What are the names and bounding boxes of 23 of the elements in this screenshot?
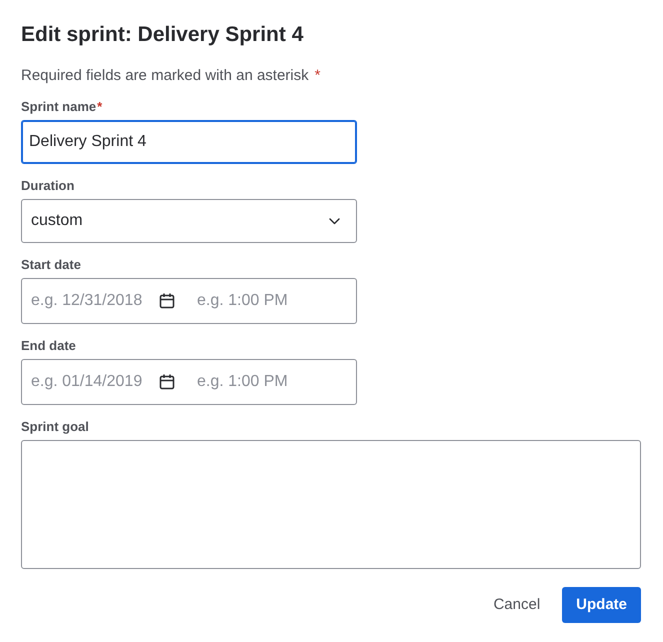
- field-label: Sprint goal: [21, 419, 89, 435]
- required-asterisk: *: [314, 66, 320, 86]
- field-label: Duration: [21, 178, 74, 194]
- date-input[interactable]: e.g. 12/31/2018: [22, 286, 152, 316]
- chevron-down-icon: [329, 218, 340, 224]
- field-label: Sprint name: [21, 99, 96, 115]
- secondary-button[interactable]: Cancel: [483, 587, 550, 623]
- textarea-field[interactable]: [21, 440, 641, 569]
- required-asterisk: *: [97, 99, 102, 115]
- time-input[interactable]: e.g. 1:00 PM: [188, 286, 318, 316]
- field-label: Start date: [21, 257, 81, 273]
- calendar-icon: [159, 374, 175, 390]
- text-input[interactable]: Delivery Sprint 4: [21, 120, 357, 164]
- date-time-field[interactable]: e.g. 12/31/2018 e.g. 1:00 PM: [21, 278, 357, 324]
- field-label: End date: [21, 338, 76, 354]
- date-input[interactable]: e.g. 01/14/2019: [22, 367, 152, 397]
- dialog-title: Edit sprint: Delivery Sprint 4: [21, 23, 304, 47]
- select-field[interactable]: custom: [21, 199, 357, 243]
- time-input[interactable]: e.g. 1:00 PM: [188, 367, 318, 397]
- primary-button[interactable]: Update: [562, 587, 641, 623]
- date-time-field[interactable]: e.g. 01/14/2019 e.g. 1:00 PM: [21, 359, 357, 405]
- required-note: Required fields are marked with an asterisk: [21, 66, 309, 86]
- calendar-icon: [159, 293, 175, 309]
